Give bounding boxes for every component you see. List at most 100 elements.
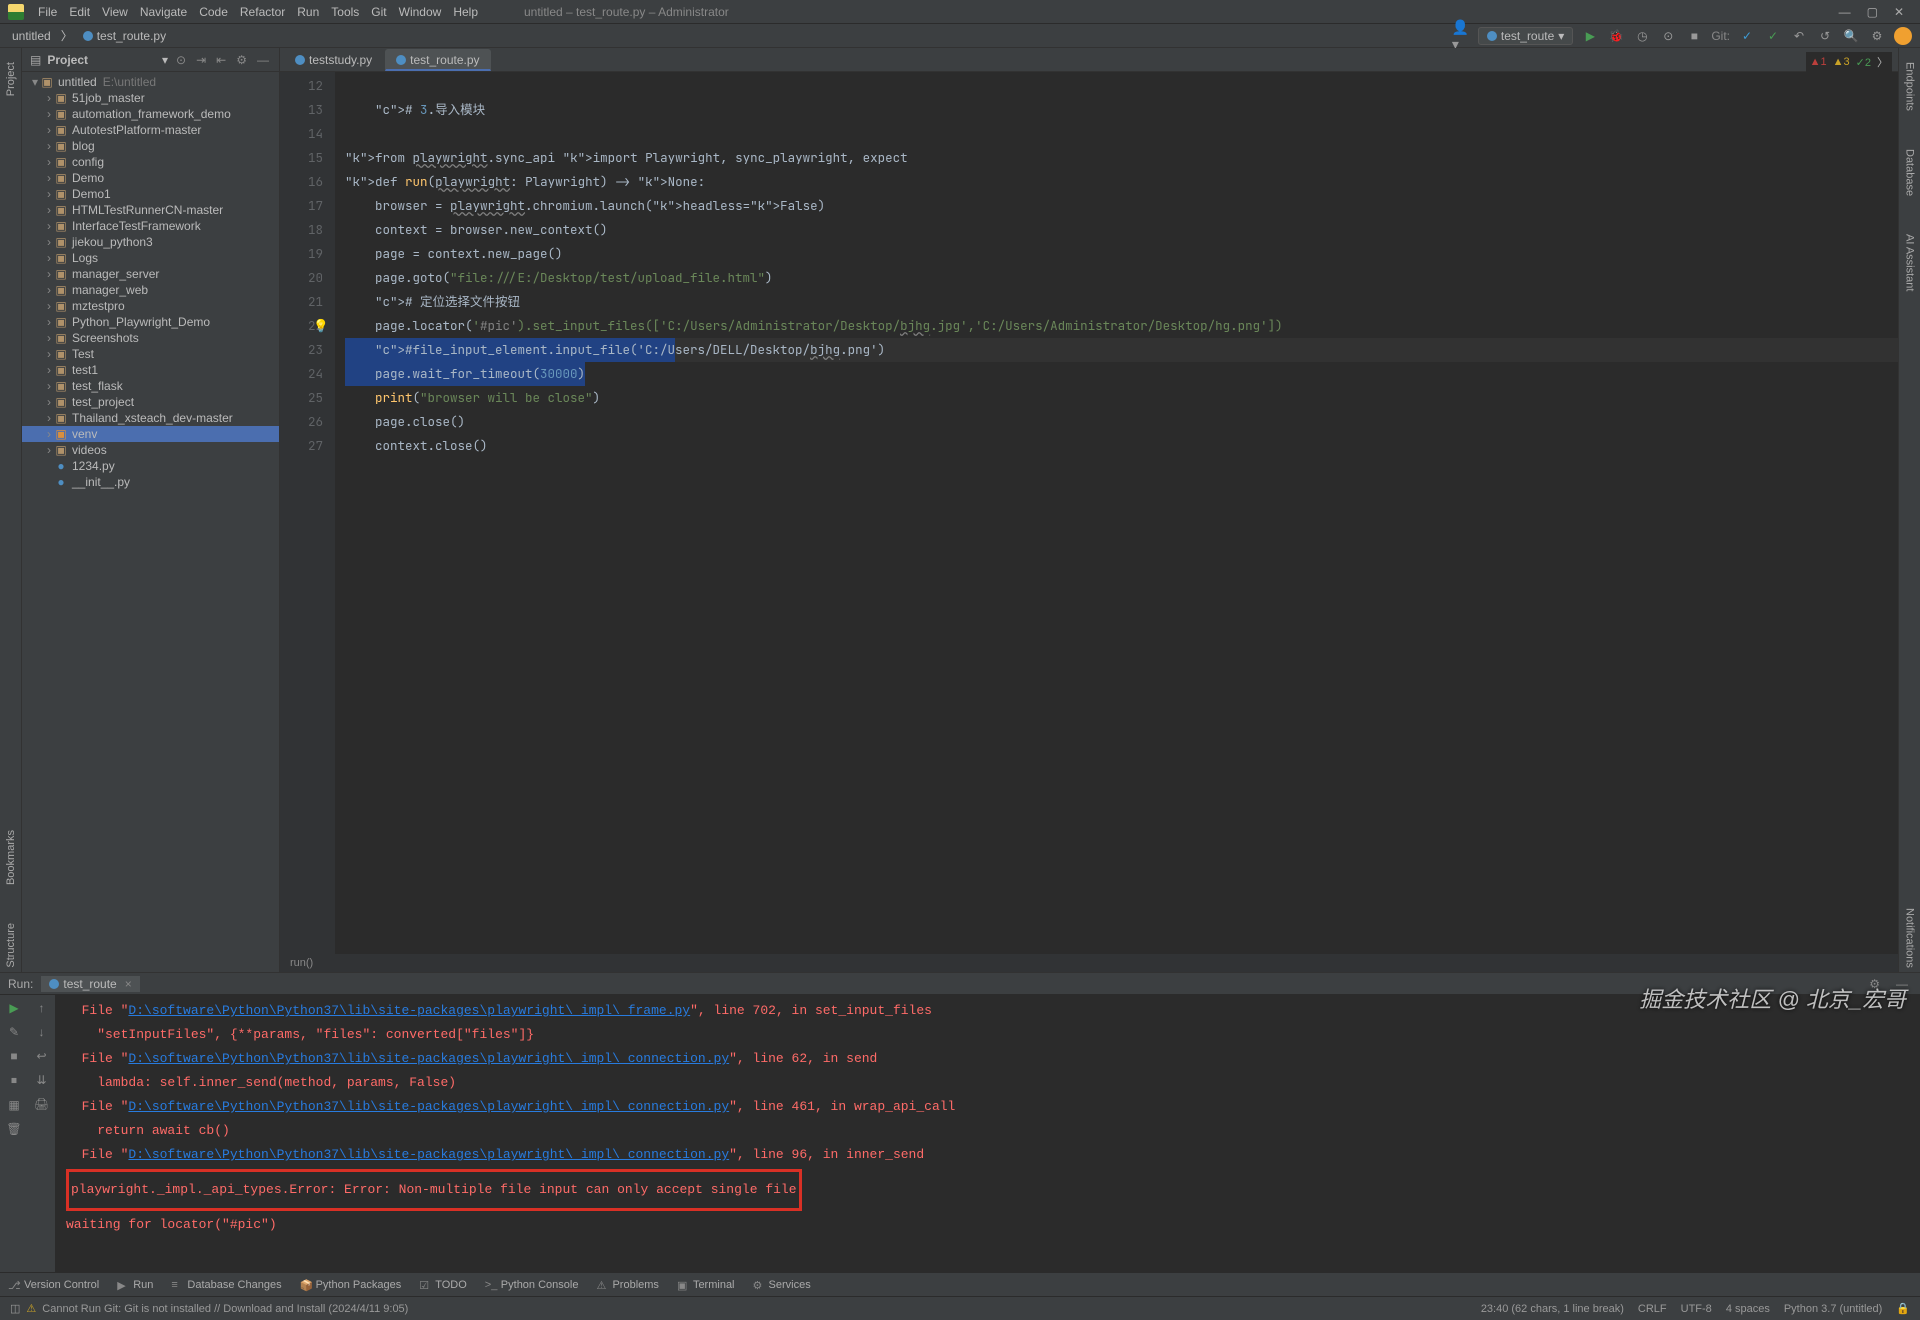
menu-git[interactable]: Git (365, 5, 392, 19)
indent-setting[interactable]: 4 spaces (1726, 1303, 1770, 1315)
stop-icon[interactable]: ■ (1685, 27, 1703, 45)
tree-item[interactable]: ›▣videos (22, 442, 279, 458)
expand-icon[interactable]: ⇥ (194, 53, 208, 67)
tree-item[interactable]: ▾▣untitledE:\untitled (22, 74, 279, 90)
run-tab[interactable]: test_route × (41, 976, 139, 992)
down-icon[interactable]: ↓ (39, 1025, 45, 1039)
toolwin-terminal[interactable]: ▣Terminal (677, 1279, 735, 1291)
tree-item[interactable]: ›▣mztestpro (22, 298, 279, 314)
console-output[interactable]: File "D:\software\Python\Python37\lib\si… (56, 995, 1920, 1272)
wrap-icon[interactable]: ↩ (36, 1049, 46, 1063)
tree-item[interactable]: ›▣config (22, 154, 279, 170)
line-separator[interactable]: CRLF (1638, 1303, 1667, 1315)
run-config-selector[interactable]: test_route ▾ (1478, 27, 1573, 45)
tree-item[interactable]: ›▣blog (22, 138, 279, 154)
tree-item[interactable]: ›▣test1 (22, 362, 279, 378)
menu-navigate[interactable]: Navigate (134, 5, 193, 19)
tree-item[interactable]: ›▣Test (22, 346, 279, 362)
minimize-icon[interactable]: — (1839, 5, 1851, 19)
tree-item[interactable]: ›▣Thailand_xsteach_dev-master (22, 410, 279, 426)
trash-icon[interactable]: 🗑 (6, 1122, 21, 1136)
edit-config-icon[interactable]: ✎ (9, 1025, 19, 1039)
tree-item[interactable]: ●1234.py (22, 458, 279, 474)
python-interpreter[interactable]: Python 3.7 (untitled) (1784, 1303, 1882, 1315)
menu-view[interactable]: View (96, 5, 134, 19)
tree-item[interactable]: ›▣Python_Playwright_Demo (22, 314, 279, 330)
toolwin-version-control[interactable]: ⎇Version Control (8, 1279, 99, 1291)
inspections-widget[interactable]: ▲1 ▲3 ✓2 〉 (1806, 52, 1892, 72)
chevron-down-icon[interactable]: ▾ (162, 53, 168, 67)
toolwin-python-packages[interactable]: 📦Python Packages (300, 1279, 402, 1291)
tree-item[interactable]: ›▣InterfaceTestFramework (22, 218, 279, 234)
lock-icon[interactable]: 🔒 (1896, 1302, 1910, 1315)
run-hide-icon[interactable]: — (1892, 977, 1912, 991)
breadcrumb-file[interactable]: test_route.py (79, 29, 170, 43)
add-config-icon[interactable]: 👤▾ (1452, 27, 1470, 45)
status-message[interactable]: Cannot Run Git: Git is not installed // … (42, 1303, 408, 1315)
maximize-icon[interactable]: ▢ (1867, 5, 1878, 19)
search-icon[interactable]: 🔍 (1842, 27, 1860, 45)
sidebar-tab-endpoints[interactable]: Endpoints (1904, 58, 1916, 115)
tree-item[interactable]: ›▣Demo1 (22, 186, 279, 202)
intention-bulb-icon[interactable]: 💡 (313, 314, 329, 338)
locate-icon[interactable]: ⊙ (174, 53, 188, 67)
tree-item[interactable]: ›▣AutotestPlatform-master (22, 122, 279, 138)
git-update-icon[interactable]: ✓ (1738, 27, 1756, 45)
project-tree[interactable]: ▾▣untitledE:\untitled›▣51job_master›▣aut… (22, 72, 279, 972)
editor-tab[interactable]: teststudy.py (284, 49, 383, 71)
gutter[interactable]: 12131415161718192021222324252627 (280, 72, 335, 954)
collapse-icon[interactable]: ⇤ (214, 53, 228, 67)
sidebar-tab-notifications[interactable]: Notifications (1904, 904, 1916, 972)
print-icon[interactable]: 🖨 (34, 1097, 49, 1111)
menu-tools[interactable]: Tools (325, 5, 365, 19)
toolwin-toggle-icon[interactable]: ◫ (10, 1302, 20, 1315)
sidebar-tab-project[interactable]: Project (5, 58, 17, 100)
menu-file[interactable]: File (32, 5, 63, 19)
tree-item[interactable]: ›▣HTMLTestRunnerCN-master (22, 202, 279, 218)
tree-item[interactable]: ●__init__.py (22, 474, 279, 490)
git-rollback-icon[interactable]: ↺ (1816, 27, 1834, 45)
code-editor[interactable]: "c"># 3.导入模块 "k">from playwright.sync_ap… (335, 72, 1898, 954)
hide-icon[interactable]: — (255, 53, 271, 67)
sidebar-tab-ai[interactable]: AI Assistant (1904, 230, 1916, 295)
menu-help[interactable]: Help (447, 5, 484, 19)
up-icon[interactable]: ↑ (39, 1001, 45, 1015)
editor-breadcrumb[interactable]: run() (280, 954, 1898, 972)
toolwin-database-changes[interactable]: ≡Database Changes (171, 1279, 281, 1291)
menu-edit[interactable]: Edit (63, 5, 96, 19)
tree-item[interactable]: ›▣Logs (22, 250, 279, 266)
scroll-icon[interactable]: ⇊ (36, 1073, 46, 1087)
avatar-icon[interactable] (1894, 27, 1912, 45)
menu-code[interactable]: Code (193, 5, 234, 19)
toolwin-problems[interactable]: ⚠Problems (596, 1279, 658, 1291)
editor-tab[interactable]: test_route.py (385, 49, 490, 71)
toolwin-services[interactable]: ⚙Services (753, 1279, 811, 1291)
file-encoding[interactable]: UTF-8 (1681, 1303, 1712, 1315)
toolwin-todo[interactable]: ☑TODO (419, 1279, 467, 1291)
tree-item[interactable]: ›▣Demo (22, 170, 279, 186)
layout-icon[interactable]: ▦ (8, 1098, 19, 1112)
sidebar-tab-structure[interactable]: Structure (5, 919, 17, 972)
profile-icon[interactable]: ⊙ (1659, 27, 1677, 45)
menu-refactor[interactable]: Refactor (234, 5, 291, 19)
stop-icon[interactable]: ■ (10, 1049, 17, 1063)
close-tab-icon[interactable]: × (125, 977, 132, 991)
tree-item[interactable]: ›▣manager_web (22, 282, 279, 298)
tree-item[interactable]: ›▣Screenshots (22, 330, 279, 346)
tree-item[interactable]: ›▣test_flask (22, 378, 279, 394)
debug-icon[interactable]: 🐞 (1607, 27, 1625, 45)
run-icon[interactable]: ▶ (1581, 27, 1599, 45)
menu-run[interactable]: Run (291, 5, 325, 19)
close-icon[interactable]: ✕ (1894, 5, 1904, 19)
cursor-position[interactable]: 23:40 (62 chars, 1 line break) (1481, 1303, 1624, 1315)
rerun-icon[interactable]: ▶ (9, 1001, 18, 1015)
tree-item[interactable]: ›▣test_project (22, 394, 279, 410)
toolwin-python-console[interactable]: >_Python Console (485, 1279, 579, 1291)
run-settings-icon[interactable]: ⚙ (1865, 977, 1884, 991)
tree-item[interactable]: ›▣manager_server (22, 266, 279, 282)
tree-item[interactable]: ›▣automation_framework_demo (22, 106, 279, 122)
sidebar-tab-database[interactable]: Database (1904, 145, 1916, 200)
tree-item[interactable]: ›▣jiekou_python3 (22, 234, 279, 250)
toolwin-run[interactable]: ▶Run (117, 1279, 153, 1291)
coverage-icon[interactable]: ◷ (1633, 27, 1651, 45)
